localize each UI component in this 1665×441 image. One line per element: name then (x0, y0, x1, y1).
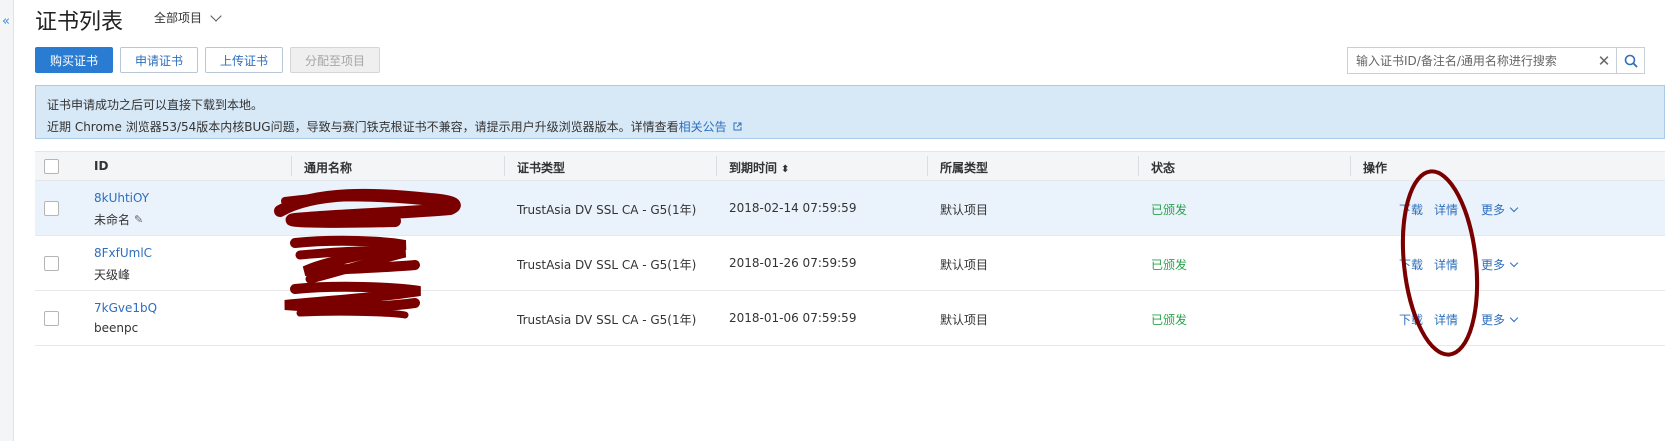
apply-certificate-button[interactable]: 申请证书 (120, 47, 199, 73)
remark-text: beenpc (94, 321, 139, 335)
notice-line-1: 证书申请成功之后可以直接下载到本地。 (47, 98, 264, 112)
column-header-expire-time[interactable]: 到期时间 ⬍ (729, 159, 789, 176)
remark: 天级峰 (94, 266, 130, 283)
more-dropdown[interactable]: 更多 (1481, 311, 1519, 328)
search-box: ✕ (1347, 47, 1645, 74)
buy-certificate-button[interactable]: 购买证书 (35, 47, 114, 73)
external-link-icon (733, 122, 742, 131)
status-badge: 已颁发 (1151, 203, 1188, 217)
search-input[interactable] (1348, 48, 1592, 73)
sort-icon[interactable]: ⬍ (781, 164, 789, 175)
row-checkbox[interactable] (44, 256, 59, 271)
assign-to-project-button[interactable]: 分配至项目 (290, 47, 381, 73)
notice-text: 近期 Chrome 浏览器53/54版本内核BUG问题，导致与赛门铁克根证书不兼… (47, 120, 679, 134)
column-header-common-name: 通用名称 (304, 161, 353, 175)
certificate-id-link[interactable]: 8FxfUmlC (94, 246, 152, 260)
expire-time-cell: 2018-01-06 07:59:59 (729, 311, 857, 325)
toolbar: 购买证书 申请证书 上传证书 分配至项目 (35, 47, 381, 73)
certificate-id-link[interactable]: 7kGve1bQ (94, 301, 157, 315)
row-checkbox[interactable] (44, 311, 59, 326)
redaction-scribble (274, 188, 461, 319)
column-divider (1350, 156, 1351, 176)
double-chevron-left-icon[interactable]: « (2, 14, 10, 29)
announcement-link[interactable]: 相关公告 (679, 120, 727, 134)
column-divider (291, 156, 292, 176)
cert-type-cell: TrustAsia DV SSL CA - G5(1年) (517, 203, 697, 217)
highlight-circle (1400, 169, 1480, 357)
cert-type-cell: TrustAsia DV SSL CA - G5(1年) (517, 258, 697, 272)
notice-banner: 证书申请成功之后可以直接下载到本地。 近期 Chrome 浏览器53/54版本内… (35, 85, 1665, 139)
page-title: 证书列表 (35, 10, 124, 35)
chevron-down-icon (210, 9, 222, 22)
sidebar-strip: « (0, 0, 14, 441)
column-header-actions: 操作 (1363, 161, 1388, 175)
pencil-icon[interactable]: ✎ (134, 213, 143, 226)
remark: 未命名 ✎ (94, 211, 143, 228)
project-filter-dropdown[interactable]: 全部项目 (154, 9, 222, 26)
status-badge: 已颁发 (1151, 313, 1188, 327)
chevron-down-icon (1509, 313, 1519, 323)
search-icon (1624, 54, 1638, 68)
status-badge: 已颁发 (1151, 258, 1188, 272)
cert-type-cell: TrustAsia DV SSL CA - G5(1年) (517, 313, 697, 327)
expire-time-cell: 2018-02-14 07:59:59 (729, 201, 857, 215)
column-header-cert-type: 证书类型 (517, 161, 566, 175)
column-divider (716, 156, 717, 176)
remark-text: 未命名 (94, 213, 131, 227)
column-header-belong-type: 所属类型 (940, 161, 989, 175)
upload-certificate-button[interactable]: 上传证书 (205, 47, 284, 73)
column-header-status: 状态 (1151, 161, 1176, 175)
belong-type-cell: 默认项目 (940, 203, 989, 217)
column-divider (927, 156, 928, 176)
chevron-down-icon (1509, 258, 1519, 268)
column-divider (1138, 156, 1139, 176)
more-dropdown[interactable]: 更多 (1481, 256, 1519, 273)
certificate-id-link[interactable]: 8kUhtiOY (94, 191, 149, 205)
select-all-checkbox[interactable] (44, 159, 59, 174)
notice-line-2: 近期 Chrome 浏览器53/54版本内核BUG问题，导致与赛门铁克根证书不兼… (47, 116, 1664, 138)
belong-type-cell: 默认项目 (940, 313, 989, 327)
belong-type-cell: 默认项目 (940, 258, 989, 272)
expire-time-cell: 2018-01-26 07:59:59 (729, 256, 857, 270)
more-dropdown[interactable]: 更多 (1481, 201, 1519, 218)
row-checkbox[interactable] (44, 201, 59, 216)
column-divider (504, 156, 505, 176)
chevron-down-icon (1509, 203, 1519, 213)
search-button[interactable] (1616, 48, 1644, 73)
remark-text: 天级峰 (94, 268, 131, 282)
clear-icon[interactable]: ✕ (1592, 52, 1616, 70)
remark: beenpc (94, 321, 138, 335)
project-filter-label: 全部项目 (154, 11, 203, 25)
column-header-id: ID (94, 159, 109, 173)
column-header-expire-label: 到期时间 (729, 161, 778, 175)
